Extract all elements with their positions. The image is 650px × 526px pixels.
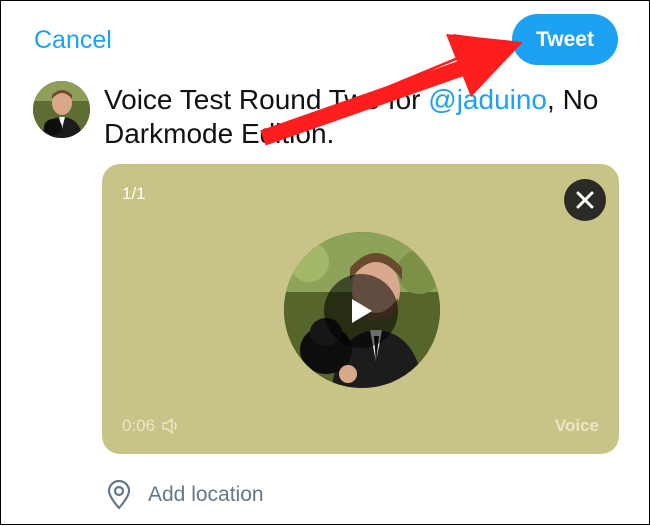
- tweet-button[interactable]: Tweet: [512, 14, 618, 65]
- avatar[interactable]: [33, 81, 90, 138]
- add-location-label: Add location: [148, 483, 264, 506]
- mention-link[interactable]: @jaduino: [428, 84, 547, 115]
- voice-type-label: Voice: [554, 416, 599, 435]
- cancel-button[interactable]: Cancel: [34, 26, 112, 55]
- compose-screen: Cancel Tweet Voice Test Round Two for @j…: [0, 0, 650, 525]
- close-icon: [576, 191, 594, 209]
- play-icon: [352, 299, 372, 323]
- play-button[interactable]: [324, 274, 398, 348]
- remove-media-button[interactable]: [564, 179, 606, 221]
- add-location-button[interactable]: Add location: [106, 480, 264, 510]
- media-counter: 1/1: [122, 184, 146, 203]
- tweet-text[interactable]: Voice Test Round Two for @jaduino, No Da…: [104, 83, 604, 151]
- tweet-text-body: Voice Test Round Two for: [104, 84, 429, 115]
- media-duration: 0:06: [122, 416, 181, 436]
- avatar-photo: [33, 81, 90, 138]
- speaker-icon[interactable]: [161, 417, 181, 435]
- duration-label: 0:06: [122, 416, 156, 435]
- voice-media-card: 1/1 0:06 Voice: [102, 164, 619, 454]
- location-pin-icon: [107, 480, 131, 510]
